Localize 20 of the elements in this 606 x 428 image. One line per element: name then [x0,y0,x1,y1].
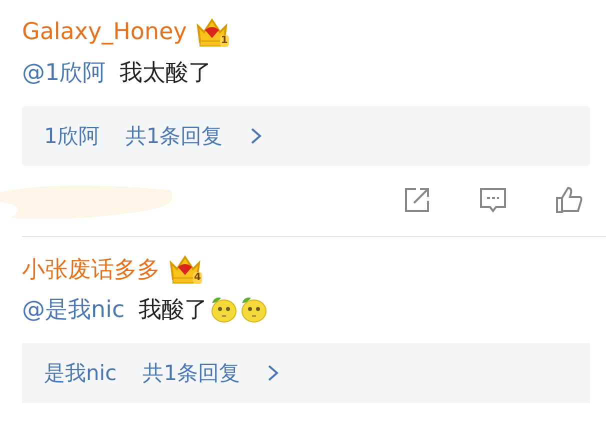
mention-link[interactable]: @是我nic [22,294,125,324]
crown-icon [194,16,229,48]
user-name[interactable]: Galaxy_Honey [22,19,187,45]
comment-icon[interactable] [478,185,508,215]
mention-link[interactable]: @1欣阿 [22,56,106,88]
reply-count: 共1条回复 [125,123,223,150]
reply-count: 共1条回复 [142,360,240,387]
comment-text: 我太酸了 [120,58,212,88]
reply-user: 1欣阿 [44,123,100,150]
replies-link[interactable]: 是我nic 共1条回复 [22,343,590,403]
chevron-icon [266,364,280,382]
level-number: 4 [193,272,202,284]
replies-link[interactable]: 1欣阿 共1条回复 [22,106,590,166]
crown-icon [168,253,202,285]
user-name[interactable]: 小张废话多多 [22,254,160,284]
share-icon[interactable] [402,185,432,215]
thumbs-up-icon[interactable] [554,185,584,215]
chevron-icon [248,127,263,145]
comment-text: 我酸了 [138,296,208,324]
reply-user: 是我nic [44,360,117,387]
